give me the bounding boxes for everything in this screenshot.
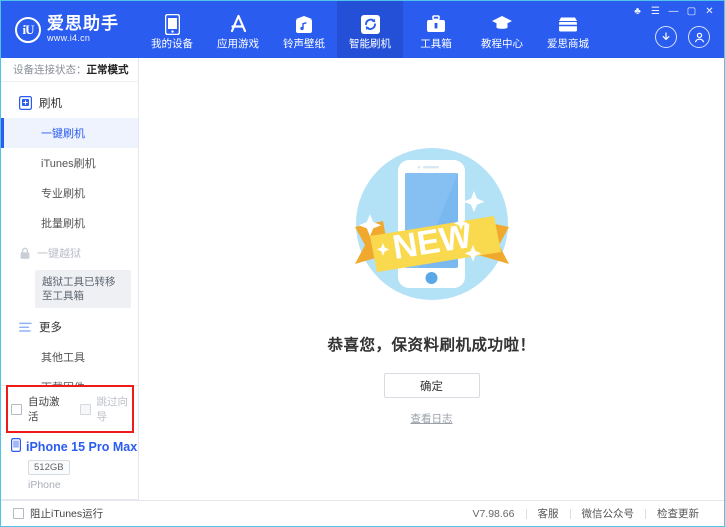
sidebar-item-other-tools[interactable]: 其他工具	[1, 342, 138, 372]
sidebar-item-label: 其他工具	[41, 352, 85, 364]
nav-label: 我的设备	[151, 38, 193, 50]
device-capacity: 512GB	[28, 460, 70, 475]
sidebar-item-itunes-flash[interactable]: iTunes刷机	[1, 148, 138, 178]
sidebar-options-row: 自动激活 跳过向导	[1, 386, 138, 432]
sidebar: 设备连接状态： 正常模式 刷机 一键刷机 iTunes刷机 专业刷机 批量刷机 …	[1, 58, 139, 500]
list-icon	[19, 322, 32, 333]
block-itunes-row: 阻止iTunes运行	[13, 506, 103, 521]
logo-mark-icon: iU	[15, 16, 41, 43]
block-itunes-label: 阻止iTunes运行	[30, 508, 104, 520]
maximize-icon[interactable]: ▢	[683, 4, 700, 18]
flash-device-icon	[19, 96, 32, 110]
account-icon[interactable]	[688, 26, 710, 48]
connection-status-value: 正常模式	[86, 64, 129, 76]
sidebar-item-jailbreak: 一键越狱	[1, 238, 138, 268]
sidebar-item-label: 下载固件	[41, 382, 85, 385]
jailbreak-tooltip: 越狱工具已转移至工具箱	[35, 270, 131, 308]
wechat-official-link[interactable]: 微信公众号	[571, 506, 646, 521]
music-box-icon	[295, 13, 313, 35]
sidebar-item-pro-flash[interactable]: 专业刷机	[1, 178, 138, 208]
block-itunes-checkbox[interactable]	[13, 508, 24, 519]
refresh-icon	[360, 13, 380, 35]
sidebar-menu: 刷机 一键刷机 iTunes刷机 专业刷机 批量刷机 一键越狱 越狱工具已转移至…	[1, 82, 138, 385]
main-content: NEW 恭喜您，保资料刷机成功啦！ 确定 查看日志	[139, 58, 724, 500]
nav-label: 铃声壁纸	[283, 38, 325, 50]
nav-label: 爱思商城	[547, 38, 589, 50]
sidebar-item-batch-flash[interactable]: 批量刷机	[1, 208, 138, 238]
success-message: 恭喜您，保资料刷机成功啦！	[327, 337, 536, 354]
sidebar-item-label: 一键刷机	[41, 128, 85, 140]
graduation-cap-icon	[491, 13, 513, 35]
sidebar-item-label: 批量刷机	[41, 218, 85, 230]
logo-name: 爱思助手	[47, 14, 119, 33]
customer-service-link[interactable]: 客服	[527, 506, 570, 521]
sidebar-item-download-firmware[interactable]: 下载固件	[1, 372, 138, 385]
app-header: iU 爱思助手 www.i4.cn 我的设备 应用游戏 铃声壁纸 智能刷机 工具…	[1, 1, 724, 58]
logo-text: 爱思助手 www.i4.cn	[47, 15, 119, 44]
device-name-row: iPhone 15 Pro Max	[11, 438, 138, 455]
nav-item-apps-games[interactable]: 应用游戏	[205, 1, 271, 58]
skip-wizard-label: 跳过向导	[96, 396, 129, 423]
header-right-actions	[655, 26, 710, 48]
connected-device-info[interactable]: iPhone 15 Pro Max 512GB iPhone	[1, 432, 138, 500]
device-connection-status: 设备连接状态： 正常模式	[1, 58, 138, 82]
phone-icon	[164, 13, 180, 35]
app-body: 设备连接状态： 正常模式 刷机 一键刷机 iTunes刷机 专业刷机 批量刷机 …	[1, 58, 724, 500]
sidebar-bottom: 自动激活 跳过向导 iPhone 15 Pro Max 512GB iPhone	[1, 385, 138, 500]
nav-label: 工具箱	[420, 38, 452, 50]
close-icon[interactable]: ✕	[701, 4, 718, 18]
window-controls: ♣ ☰ — ▢ ✕	[629, 4, 718, 18]
sidebar-item-label: 专业刷机	[41, 188, 85, 200]
check-update-link[interactable]: 检查更新	[646, 506, 710, 521]
main-navigation: 我的设备 应用游戏 铃声壁纸 智能刷机 工具箱 教程中心 爱思商城	[139, 1, 601, 58]
sidebar-group-label: 更多	[39, 322, 62, 334]
toolbox-icon	[426, 13, 446, 35]
confirm-button[interactable]: 确定	[383, 373, 480, 398]
auto-activate-checkbox[interactable]	[11, 403, 22, 415]
logo-url: www.i4.cn	[47, 33, 91, 43]
nav-label: 应用游戏	[217, 38, 259, 50]
status-bar: 阻止iTunes运行 V7.98.66 客服 微信公众号 检查更新	[1, 500, 724, 526]
shop-icon	[557, 13, 579, 35]
skip-wizard-checkbox	[79, 403, 91, 415]
auto-activate-label: 自动激活	[28, 396, 60, 423]
minimize-icon[interactable]: —	[665, 4, 682, 18]
connection-status-label: 设备连接状态：	[13, 64, 87, 76]
sidebar-item-label: 一键越狱	[37, 248, 81, 260]
version-label: V7.98.66	[472, 507, 515, 520]
sidebar-item-label: iTunes刷机	[41, 158, 96, 170]
nav-item-ringtones-wallpaper[interactable]: 铃声壁纸	[271, 1, 337, 58]
view-log-link[interactable]: 查看日志	[411, 411, 453, 426]
appstore-icon	[228, 13, 249, 35]
skin-icon[interactable]: ♣	[629, 4, 646, 18]
sidebar-item-one-key-flash[interactable]: 一键刷机	[1, 118, 138, 148]
status-bar-right: V7.98.66 客服 微信公众号 检查更新	[461, 506, 710, 521]
menu-icon[interactable]: ☰	[647, 4, 664, 18]
device-type: iPhone	[28, 479, 61, 491]
sidebar-group-flash[interactable]: 刷机	[1, 88, 138, 118]
app-logo[interactable]: iU 爱思助手 www.i4.cn	[1, 15, 139, 44]
nav-label: 智能刷机	[349, 38, 391, 50]
device-name: iPhone 15 Pro Max	[26, 439, 138, 454]
nav-item-my-device[interactable]: 我的设备	[139, 1, 205, 58]
nav-item-toolbox[interactable]: 工具箱	[403, 1, 469, 58]
nav-item-tutorial-center[interactable]: 教程中心	[469, 1, 535, 58]
sidebar-group-more[interactable]: 更多	[1, 312, 138, 342]
phone-small-icon	[11, 438, 22, 455]
lock-icon	[19, 247, 31, 260]
download-icon[interactable]	[655, 26, 677, 48]
nav-item-shop[interactable]: 爱思商城	[535, 1, 601, 58]
sidebar-group-label: 刷机	[39, 98, 62, 110]
new-phone-badge-illustration: NEW	[354, 148, 509, 300]
nav-item-smart-flash[interactable]: 智能刷机	[337, 1, 403, 58]
nav-label: 教程中心	[481, 38, 523, 50]
application-window: iU 爱思助手 www.i4.cn 我的设备 应用游戏 铃声壁纸 智能刷机 工具…	[0, 0, 725, 527]
